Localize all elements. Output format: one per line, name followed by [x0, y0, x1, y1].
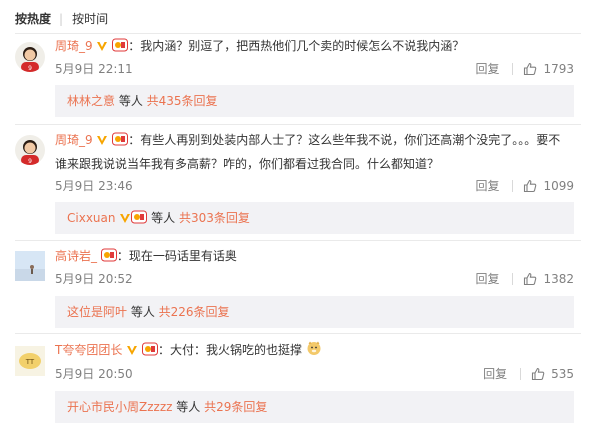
like-count: 1099 [543, 179, 574, 193]
avatar[interactable]: 9 [15, 135, 45, 165]
avatar[interactable]: TT [15, 346, 45, 376]
comment-time: 5月9日 23:46 [55, 179, 133, 193]
sort-bar: 按热度 | 按时间 [15, 10, 108, 28]
comment-actions: 回复 1793 [475, 61, 574, 77]
action-divider [520, 368, 522, 380]
vip-badge-icon [112, 130, 129, 154]
comment-item: TT T夸夸团团长 ：大付：我火锅吃的也挺撑 5月9日 20:50 回复 535… [0, 338, 596, 436]
comment-body: ：有些人再别到处装内部人士了？这么些年我不说，你们还高潮个没完了。。。要不 [128, 133, 561, 147]
sort-by-time-tab[interactable]: 按时间 [72, 12, 108, 26]
action-divider [512, 63, 514, 75]
thumbs-up-icon[interactable] [523, 179, 537, 193]
reply-user-name[interactable]: Cixxuan [67, 211, 115, 225]
reply-user-name[interactable]: 开心市民小周Zzzzz [67, 400, 172, 414]
comment-body: ：我内涵？别逗了，把西热他们几个卖的时候怎么不说我内涵？ [128, 39, 465, 53]
comment-time: 5月9日 20:52 [55, 272, 133, 286]
comment-divider [15, 333, 581, 334]
reply-summary[interactable]: Cixxuan 等人 共303条回复 [55, 202, 574, 234]
comment-text: 高诗岩_ ：现在一码话里有话奥 [55, 244, 578, 270]
reply-summary[interactable]: 这位是阿叶 等人 共226条回复 [55, 296, 574, 328]
svg-text:9: 9 [28, 65, 32, 72]
commenter-name[interactable]: T夸夸团团长 [55, 343, 122, 357]
avatar[interactable] [15, 251, 45, 281]
svg-text:9: 9 [28, 158, 32, 165]
sort-separator: | [59, 12, 64, 26]
vip-badge-icon [112, 36, 129, 60]
comment-divider [15, 240, 581, 241]
comment-body: ：现在一码话里有话奥 [116, 249, 237, 263]
svg-text:TT: TT [25, 358, 35, 366]
action-divider [512, 180, 514, 192]
comment-actions: 回复 1099 [475, 178, 574, 194]
vip-badge-icon [142, 340, 158, 364]
thumbs-up-icon[interactable] [523, 62, 537, 76]
comment-item: 9 周琦_9 ：我内涵？别逗了，把西热他们几个卖的时候怎么不说我内涵？ 5月9日… [0, 34, 596, 124]
reply-mid-text: 等人 [115, 94, 147, 108]
verified-v-icon [96, 130, 108, 154]
like-count: 1793 [543, 62, 574, 76]
reply-user-name[interactable]: 林林之意 [67, 94, 115, 108]
thumbs-up-icon[interactable] [531, 367, 545, 381]
comment-text: 周琦_9 ：有些人再别到处装内部人士了？这么些年我不说，你们还高潮个没完了。。。… [55, 128, 578, 154]
reply-button[interactable]: 回复 [475, 178, 499, 194]
avatar[interactable]: 9 [15, 42, 45, 72]
comment-divider [15, 124, 581, 125]
sort-by-hot-tab[interactable]: 按热度 [15, 12, 51, 26]
reply-button[interactable]: 回复 [483, 366, 507, 382]
vip-badge-icon [131, 204, 148, 236]
commenter-name[interactable]: 周琦_9 [55, 133, 93, 147]
action-divider [512, 273, 514, 285]
thumbs-up-icon[interactable] [523, 272, 537, 286]
reply-count-link[interactable]: 共435条回复 [147, 94, 218, 108]
reply-count-link[interactable]: 共226条回复 [159, 305, 230, 319]
reply-summary[interactable]: 开心市民小周Zzzzz 等人 共29条回复 [55, 391, 574, 423]
comment-time: 5月9日 22:11 [55, 62, 133, 76]
reply-count-link[interactable]: 共29条回复 [204, 400, 267, 414]
reply-summary[interactable]: 林林之意 等人 共435条回复 [55, 85, 574, 117]
comment-item: 9 周琦_9 ：有些人再别到处装内部人士了？这么些年我不说，你们还高潮个没完了。… [0, 128, 596, 236]
comment-actions: 回复 535 [483, 366, 574, 382]
vip-badge-icon [100, 246, 117, 270]
reply-count-link[interactable]: 共303条回复 [179, 211, 250, 225]
comment-body: ：大付：我火锅吃的也挺撑 [158, 343, 303, 357]
verified-v-icon [119, 204, 131, 236]
comment-actions: 回复 1382 [475, 271, 574, 287]
doge-emoji-icon [306, 340, 322, 364]
comment-item: 高诗岩_ ：现在一码话里有话奥 5月9日 20:52 回复 1382 这位是阿叶… [0, 244, 596, 334]
comment-text-line-2: 谁来跟我说说当年我有多高薪？咋的，你们都看过我合同。什么都知道？ [55, 157, 440, 171]
like-count: 535 [551, 367, 574, 381]
comment-text: 周琦_9 ：我内涵？别逗了，把西热他们几个卖的时候怎么不说我内涵？ [55, 34, 578, 60]
reply-button[interactable]: 回复 [475, 61, 499, 77]
like-count: 1382 [543, 272, 574, 286]
commenter-name[interactable]: 高诗岩_ [55, 249, 97, 263]
comment-time: 5月9日 20:50 [55, 367, 133, 381]
reply-mid-text: 等人 [127, 305, 159, 319]
reply-user-name[interactable]: 这位是阿叶 [67, 305, 127, 319]
verified-v-icon [126, 340, 138, 364]
verified-v-icon [96, 36, 108, 60]
reply-mid-text: 等人 [172, 400, 205, 414]
comment-text: T夸夸团团长 ：大付：我火锅吃的也挺撑 [55, 338, 578, 364]
reply-button[interactable]: 回复 [475, 271, 499, 287]
reply-mid-text: 等人 [147, 211, 179, 225]
commenter-name[interactable]: 周琦_9 [55, 39, 93, 53]
